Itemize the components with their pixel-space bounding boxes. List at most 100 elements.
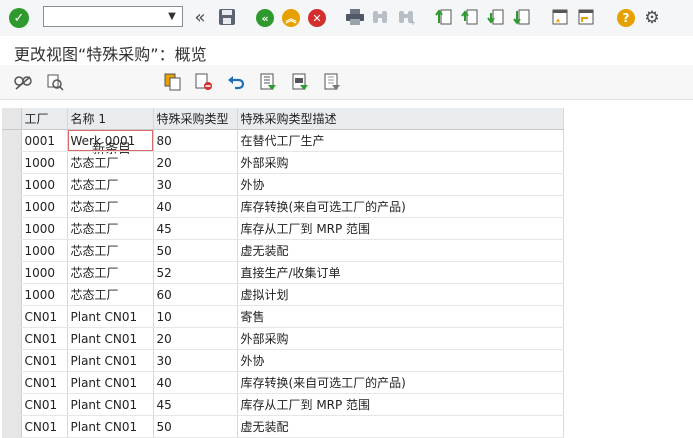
sp-type-input[interactable]: 60 bbox=[153, 283, 238, 306]
find-next-icon[interactable]: + bbox=[397, 8, 415, 26]
command-input[interactable] bbox=[44, 7, 168, 26]
sp-desc-cell: 外协 bbox=[237, 349, 564, 372]
plant-cell: 0001 bbox=[21, 129, 68, 152]
name-cell: Plant CN01 bbox=[67, 349, 154, 372]
name-cell: 芯态工厂 bbox=[67, 283, 154, 306]
sp-desc-cell: 外部采购 bbox=[237, 151, 564, 174]
create-session-icon[interactable] bbox=[551, 7, 569, 27]
sp-desc-cell: 库存从工厂到 MRP 范围 bbox=[237, 217, 564, 240]
table-row: 1000 芯态工厂 20 外部采购 bbox=[2, 151, 564, 174]
plant-cell: 1000 bbox=[21, 195, 68, 218]
column-header-sp-type[interactable]: 特殊采购类型 bbox=[153, 108, 238, 130]
sp-type-input[interactable]: 50 bbox=[153, 415, 238, 438]
name-cell: Plant CN01 bbox=[67, 327, 154, 350]
row-selector[interactable] bbox=[2, 239, 22, 262]
sp-type-input[interactable]: 30 bbox=[153, 349, 238, 372]
name-cell: 芯态工厂 bbox=[67, 217, 154, 240]
special-procurement-table: 工厂 名称 1 特殊采购类型 特殊采购类型描述 0001 Werk 0001 8… bbox=[2, 108, 564, 438]
row-selector[interactable] bbox=[2, 217, 22, 240]
back-collapse-icon[interactable]: « bbox=[190, 7, 210, 28]
table-row: CN01 Plant CN01 45 库存从工厂到 MRP 范围 bbox=[2, 393, 564, 416]
sp-type-input[interactable]: 20 bbox=[153, 151, 238, 174]
plant-cell: 1000 bbox=[21, 217, 68, 240]
plant-cell: CN01 bbox=[21, 371, 68, 394]
sp-type-input[interactable]: 30 bbox=[153, 173, 238, 196]
row-selector[interactable] bbox=[2, 349, 22, 372]
sp-type-input[interactable]: 45 bbox=[153, 217, 238, 240]
sp-desc-cell: 库存转换(来自可选工厂的产品) bbox=[237, 195, 564, 218]
other-view-icon[interactable] bbox=[46, 73, 64, 91]
previous-page-icon[interactable] bbox=[461, 7, 479, 27]
name-cell: 芯态工厂 bbox=[67, 261, 154, 284]
delete-icon[interactable] bbox=[195, 73, 213, 91]
nav-back-icon[interactable]: « bbox=[256, 9, 274, 27]
select-all-icon[interactable] bbox=[259, 73, 277, 91]
settings-icon[interactable]: ⚙ bbox=[642, 8, 662, 28]
row-selector[interactable] bbox=[2, 195, 22, 218]
table-row: CN01 Plant CN01 40 库存转换(来自可选工厂的产品) bbox=[2, 371, 564, 394]
sp-desc-cell: 库存从工厂到 MRP 范围 bbox=[237, 393, 564, 416]
application-toolbar: 新条目 bbox=[0, 65, 693, 157]
copy-icon[interactable] bbox=[164, 73, 182, 91]
first-page-icon[interactable] bbox=[435, 7, 453, 27]
table-row: 0001 Werk 0001 80 在替代工厂生产 bbox=[2, 129, 564, 152]
table-row: 1000 芯态工厂 45 库存从工厂到 MRP 范围 bbox=[2, 217, 564, 240]
sp-desc-cell: 外部采购 bbox=[237, 327, 564, 350]
row-selector[interactable] bbox=[2, 371, 22, 394]
command-dropdown-icon[interactable]: ▼ bbox=[164, 9, 180, 24]
column-header-sp-desc[interactable]: 特殊采购类型描述 bbox=[237, 108, 564, 130]
row-selector[interactable] bbox=[2, 283, 22, 306]
last-page-icon[interactable] bbox=[513, 7, 531, 27]
find-icon[interactable] bbox=[371, 8, 389, 26]
row-selector[interactable] bbox=[2, 305, 22, 328]
row-selector[interactable] bbox=[2, 151, 22, 174]
sp-type-input[interactable]: 50 bbox=[153, 239, 238, 262]
undo-icon[interactable] bbox=[227, 73, 245, 91]
plant-cell: CN01 bbox=[21, 415, 68, 438]
sp-desc-cell: 虚无装配 bbox=[237, 239, 564, 262]
svg-text:+: + bbox=[410, 19, 415, 26]
sp-desc-cell: 库存转换(来自可选工厂的产品) bbox=[237, 371, 564, 394]
deselect-all-icon[interactable] bbox=[323, 73, 341, 91]
sp-type-input[interactable]: 40 bbox=[153, 371, 238, 394]
row-selector[interactable] bbox=[2, 327, 22, 350]
sp-desc-cell: 外协 bbox=[237, 173, 564, 196]
plant-cell: 1000 bbox=[21, 261, 68, 284]
command-field[interactable]: ▼ bbox=[43, 6, 183, 27]
sp-type-input[interactable]: 10 bbox=[153, 305, 238, 328]
sp-desc-cell: 直接生产/收集订单 bbox=[237, 261, 564, 284]
sp-type-input[interactable]: 52 bbox=[153, 261, 238, 284]
nav-exit-icon[interactable]: ︽ bbox=[282, 9, 300, 27]
column-header-plant[interactable]: 工厂 bbox=[21, 108, 68, 130]
row-selector[interactable] bbox=[2, 415, 22, 438]
row-selector[interactable] bbox=[2, 173, 22, 196]
select-block-icon[interactable] bbox=[291, 73, 309, 91]
table-row: 1000 芯态工厂 60 虚拟计划 bbox=[2, 283, 564, 306]
name-cell: 芯态工厂 bbox=[67, 173, 154, 196]
column-header-name[interactable]: 名称 1 bbox=[67, 108, 154, 130]
row-selector[interactable] bbox=[2, 129, 22, 152]
check-icon[interactable]: ✓ bbox=[9, 8, 29, 28]
next-page-icon[interactable] bbox=[487, 7, 505, 27]
help-icon[interactable]: ? bbox=[617, 9, 635, 27]
plant-cell: CN01 bbox=[21, 349, 68, 372]
sp-type-input[interactable]: 40 bbox=[153, 195, 238, 218]
row-selector[interactable] bbox=[2, 261, 22, 284]
save-icon[interactable] bbox=[218, 8, 236, 26]
nav-cancel-icon[interactable]: ✕ bbox=[308, 9, 326, 27]
sp-desc-cell: 虚无装配 bbox=[237, 415, 564, 438]
row-selector[interactable] bbox=[2, 393, 22, 416]
sp-desc-cell: 虚拟计划 bbox=[237, 283, 564, 306]
display-change-icon[interactable] bbox=[13, 73, 33, 91]
plant-cell: 1000 bbox=[21, 173, 68, 196]
sp-type-input[interactable]: 80 bbox=[153, 129, 238, 152]
sp-type-input[interactable]: 20 bbox=[153, 327, 238, 350]
sp-type-input[interactable]: 45 bbox=[153, 393, 238, 416]
name-cell: Werk 0001 bbox=[67, 129, 154, 152]
shortcut-icon[interactable] bbox=[577, 7, 595, 27]
name-cell: 芯态工厂 bbox=[67, 151, 154, 174]
print-icon[interactable] bbox=[345, 8, 365, 26]
plant-cell: 1000 bbox=[21, 239, 68, 262]
select-all-cell[interactable] bbox=[2, 108, 22, 130]
name-cell: Plant CN01 bbox=[67, 393, 154, 416]
